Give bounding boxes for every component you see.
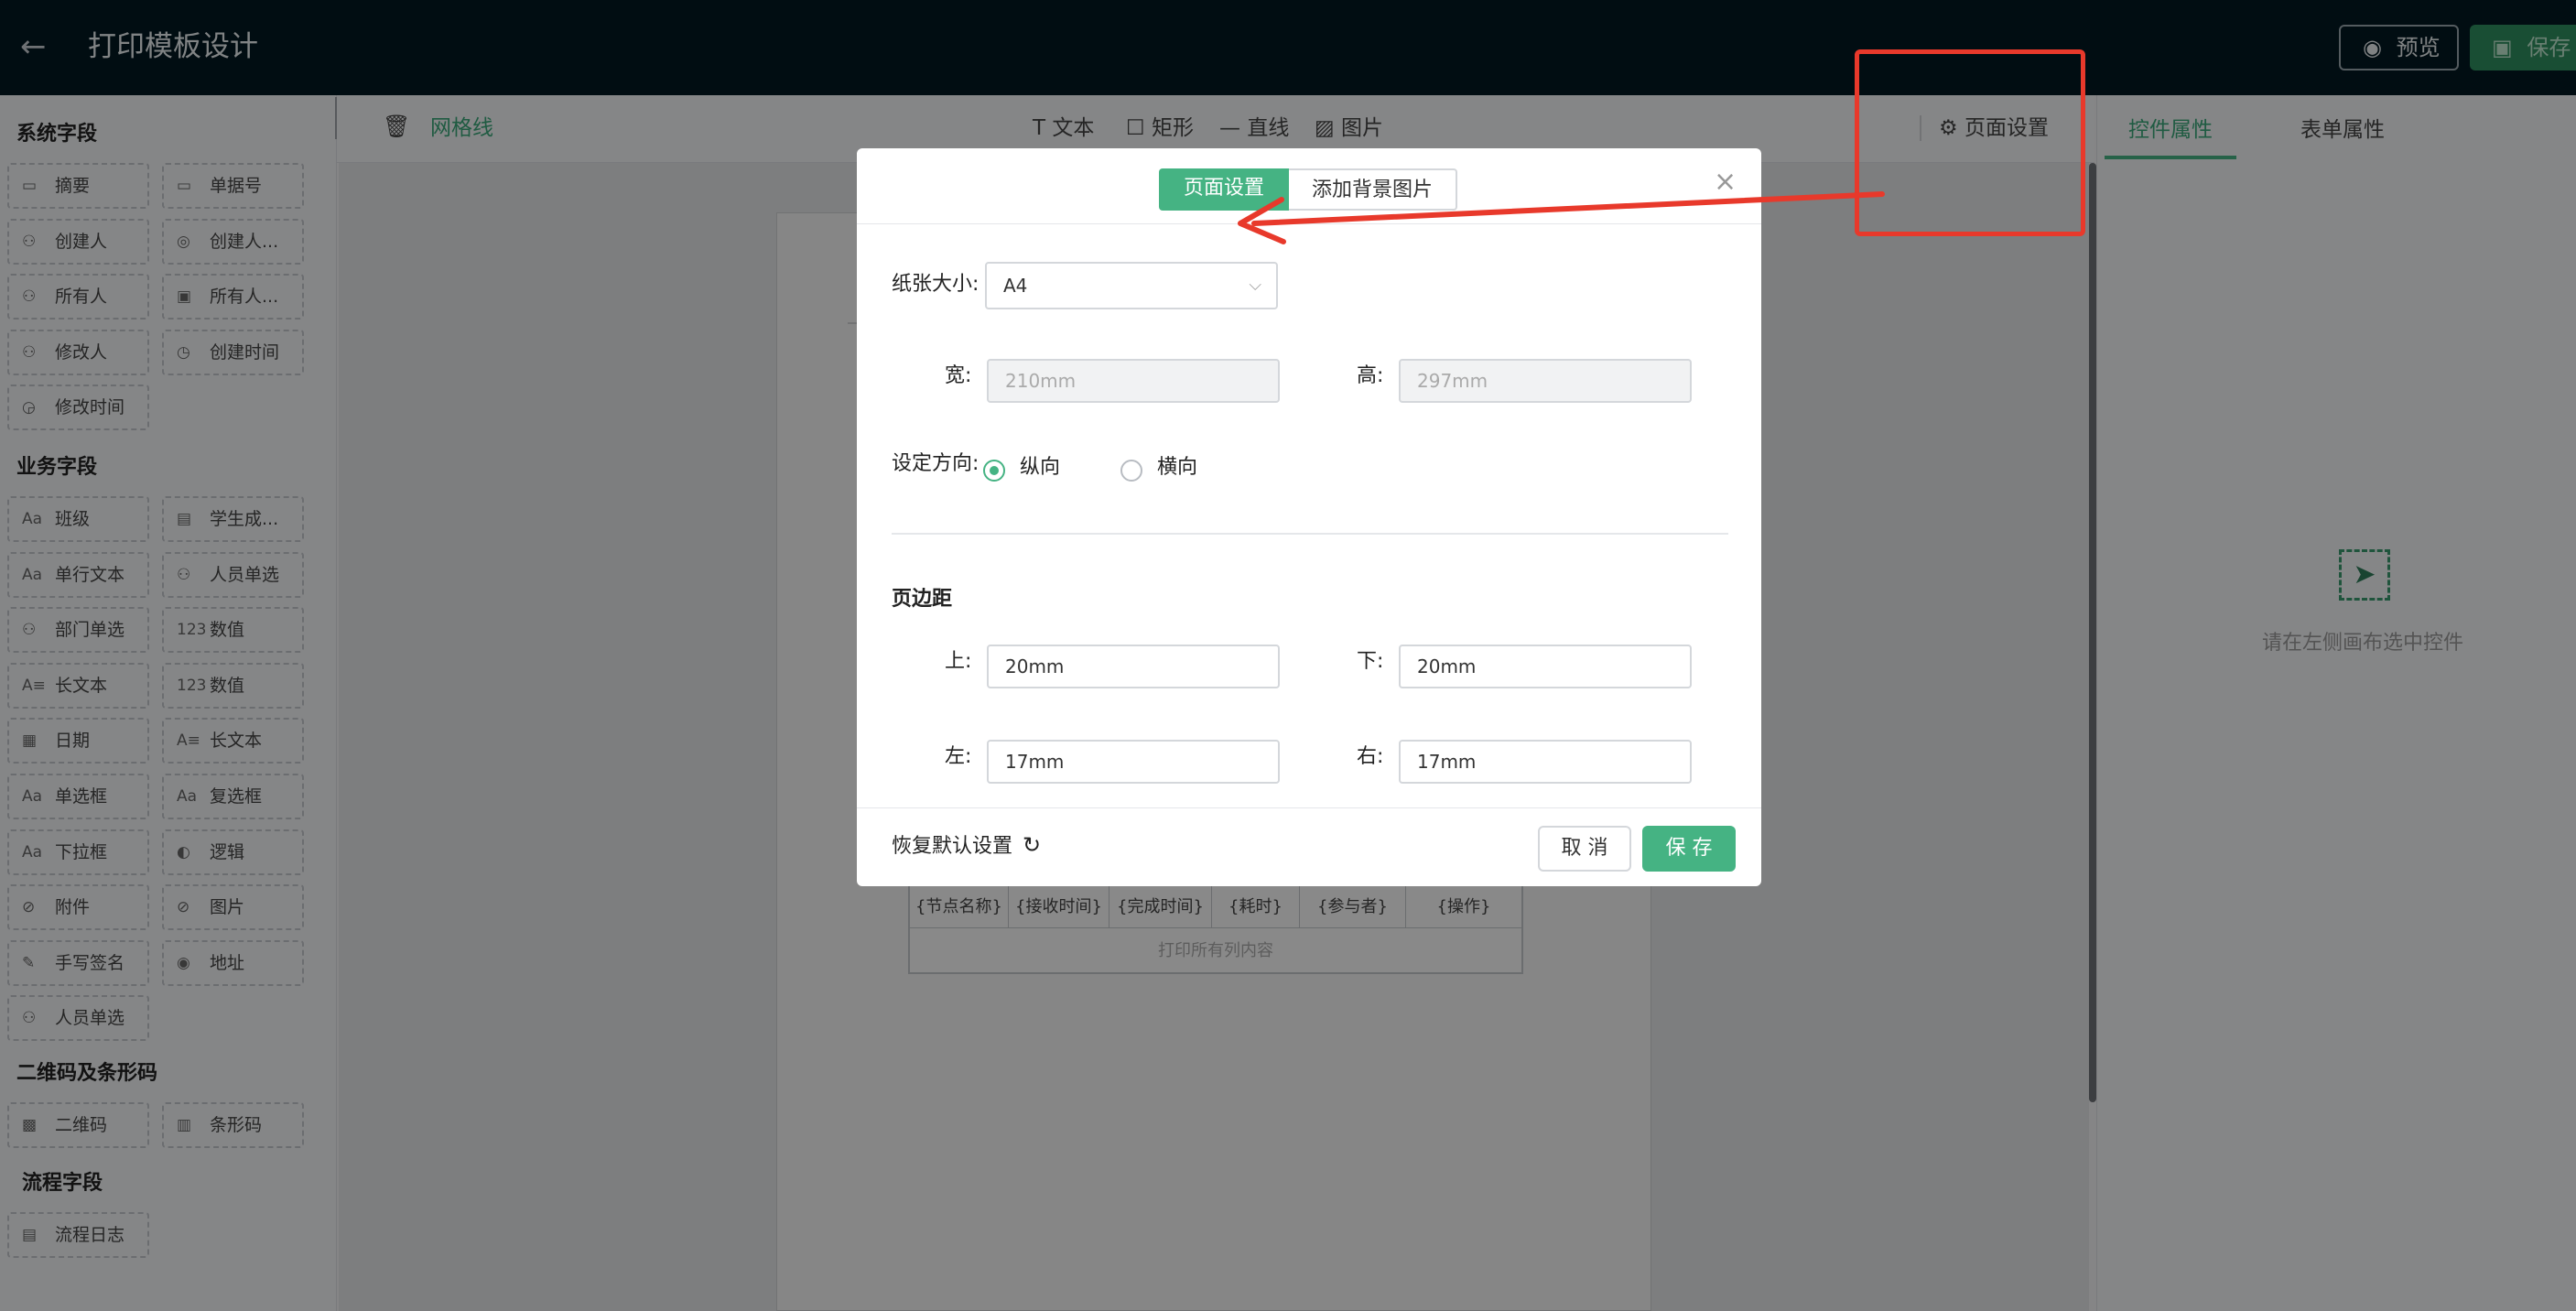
annotation-arrow [1238,191,1885,244]
